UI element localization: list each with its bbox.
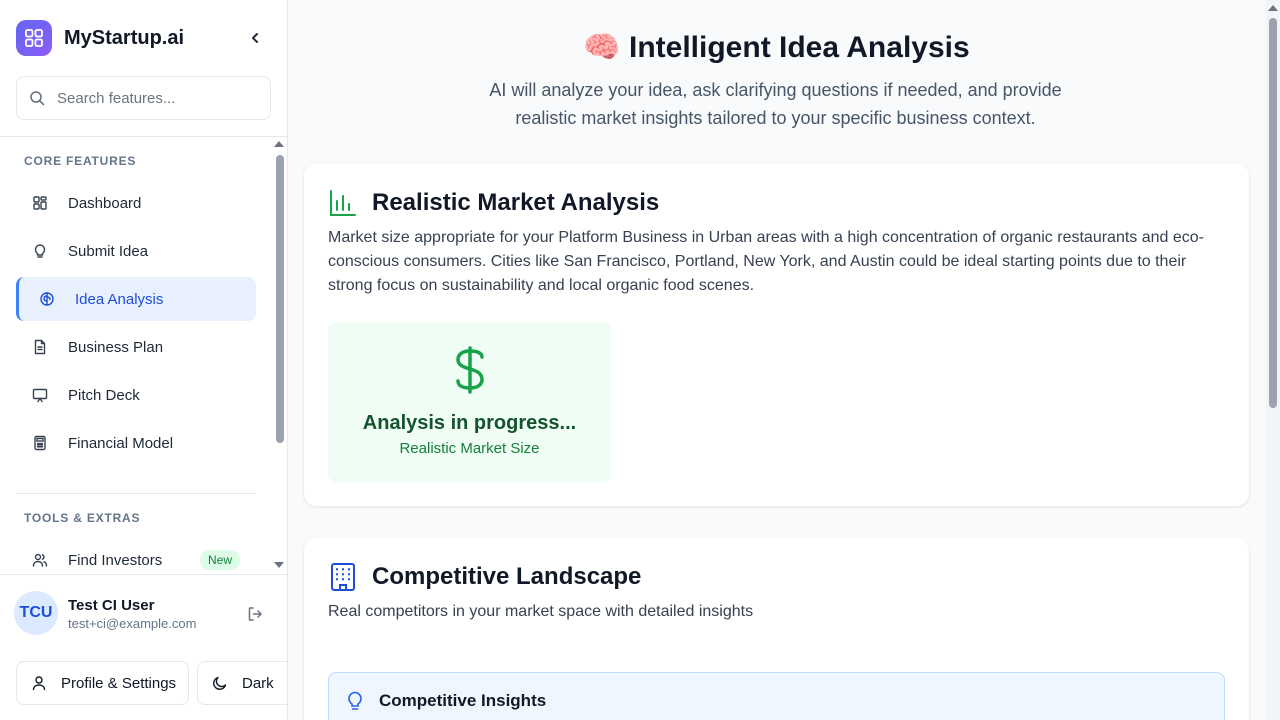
market-description: Market size appropriate for your Platfor… — [328, 229, 1204, 294]
card-header: Competitive Landscape — [328, 562, 641, 592]
user-panel: TCU Test CI User test+ci@example.com Pro… — [0, 574, 287, 720]
profile-settings-label: Profile & Settings — [61, 674, 177, 692]
chevron-left-icon — [252, 33, 258, 43]
sidebar-item-business-plan[interactable]: Business Plan — [16, 325, 256, 369]
dark-mode-button[interactable]: Dark — [197, 661, 287, 705]
section-title-core: CORE FEATURES — [24, 154, 137, 168]
sidebar-item-submit-idea[interactable]: Submit Idea — [16, 229, 256, 273]
market-size-stat: Analysis in progress... Realistic Market… — [328, 322, 611, 482]
app-logo-icon — [16, 20, 52, 56]
card-title: Realistic Market Analysis — [372, 189, 660, 216]
brand[interactable]: MyStartup.ai — [16, 20, 184, 56]
logout-icon — [248, 607, 262, 621]
sidebar-item-pitch-deck[interactable]: Pitch Deck — [16, 373, 256, 417]
main-content: 🧠 Intelligent Idea Analysis AI will anal… — [288, 0, 1280, 720]
search-box — [16, 76, 271, 120]
calculator-icon — [32, 435, 48, 451]
sidebar-item-idea-analysis[interactable]: Idea Analysis — [16, 277, 256, 321]
section-title-tools: TOOLS & EXTRAS — [24, 511, 141, 525]
user-email: test+ci@example.com — [68, 616, 197, 631]
avatar: TCU — [14, 591, 58, 635]
search-input[interactable] — [57, 89, 257, 107]
sidebar-item-label: Business Plan — [68, 338, 164, 356]
lightbulb-icon — [347, 691, 363, 711]
document-icon — [32, 339, 48, 355]
profile-settings-button[interactable]: Profile & Settings — [16, 661, 189, 705]
scroll-up-icon[interactable] — [274, 141, 284, 147]
scroll-up-icon[interactable] — [1268, 5, 1278, 11]
sidebar-item-label: Submit Idea — [68, 242, 149, 260]
search-icon — [29, 90, 45, 106]
sidebar-item-label: Find Investors — [68, 551, 163, 569]
users-icon — [32, 552, 48, 568]
scroll-down-icon[interactable] — [274, 562, 284, 568]
market-analysis-card: Realistic Market Analysis Market size ap… — [304, 164, 1249, 506]
main-scrollbar-thumb[interactable] — [1269, 18, 1277, 408]
page-subtitle: AI will analyze your idea, ask clarifyin… — [489, 80, 1062, 128]
competitive-insights-panel: Competitive Insights — [328, 672, 1225, 720]
stat-label: Realistic Market Size — [399, 440, 540, 457]
competitive-landscape-card: Competitive Landscape Real competitors i… — [304, 538, 1249, 720]
presentation-icon — [32, 387, 48, 403]
card-header: Realistic Market Analysis — [328, 188, 659, 218]
collapse-sidebar-button[interactable] — [240, 26, 270, 50]
grid-icon — [32, 195, 48, 211]
brain-emoji-icon: 🧠 — [583, 31, 621, 64]
divider — [16, 493, 256, 494]
sidebar-nav: CORE FEATURES Dashboard Submit Idea Idea… — [0, 137, 287, 573]
sidebar-item-label: Dashboard — [68, 194, 142, 212]
sidebar-item-label: Pitch Deck — [68, 386, 140, 404]
dollar-icon — [448, 346, 492, 394]
brain-icon — [39, 291, 55, 307]
page-title-text: Intelligent Idea Analysis — [629, 31, 970, 64]
sidebar-item-find-investors[interactable]: Find Investors New — [16, 538, 256, 573]
logout-button[interactable] — [246, 605, 264, 623]
user-icon — [31, 675, 47, 691]
page-title: 🧠 Intelligent Idea Analysis — [288, 30, 1265, 65]
dark-mode-label: Dark — [242, 674, 274, 692]
insights-title: Competitive Insights — [379, 691, 547, 710]
app-name: MyStartup.ai — [64, 26, 185, 49]
bar-chart-icon — [328, 188, 358, 218]
building-icon — [328, 562, 358, 592]
moon-icon — [212, 675, 228, 691]
stat-value: Analysis in progress... — [362, 412, 577, 434]
competition-description: Real competitors in your market space wi… — [328, 603, 754, 620]
sidebar-scrollbar-thumb[interactable] — [276, 155, 284, 443]
sidebar-item-label: Financial Model — [68, 434, 174, 452]
sidebar-item-dashboard[interactable]: Dashboard — [16, 181, 256, 225]
lightbulb-icon — [32, 243, 48, 259]
user-name: Test CI User — [68, 597, 155, 614]
card-title: Competitive Landscape — [372, 563, 642, 590]
sidebar-item-financial-model[interactable]: Financial Model — [16, 421, 256, 465]
sidebar-item-label: Idea Analysis — [75, 290, 164, 308]
new-badge: New — [199, 550, 240, 570]
sidebar: MyStartup.ai CORE FEATURES Dashboard Sub… — [0, 0, 288, 720]
insights-header: Competitive Insights — [347, 691, 546, 711]
